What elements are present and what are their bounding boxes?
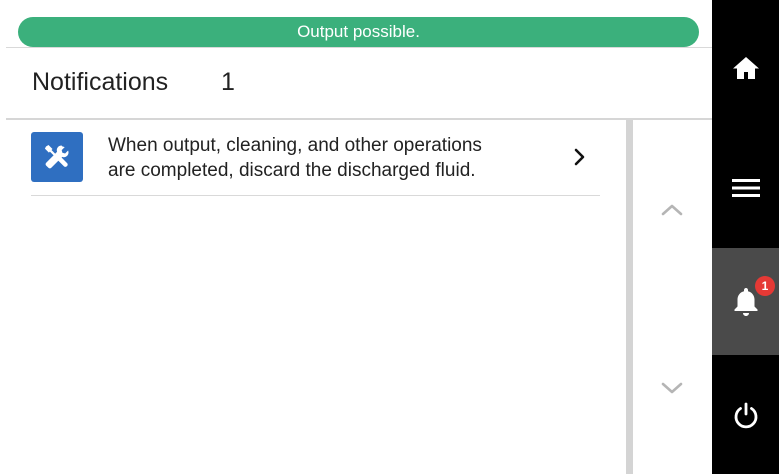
main-panel: Output possible. Notifications 1 When ou… <box>0 0 712 474</box>
notification-line: are completed, discard the discharged fl… <box>108 160 476 181</box>
status-bar: Output possible. <box>18 17 699 47</box>
scroll-down-button[interactable] <box>657 373 687 403</box>
notification-count: 1 <box>221 68 235 96</box>
chevron-down-icon <box>661 382 683 394</box>
home-icon <box>732 57 759 79</box>
sidebar: 1 <box>712 0 779 474</box>
page-title: Notifications <box>32 68 169 96</box>
power-button[interactable] <box>712 355 779 474</box>
scrollbar-track[interactable] <box>626 120 633 474</box>
notification-list: When output, cleaning, and other operati… <box>0 120 626 474</box>
notification-line: When output, cleaning, and other operati… <box>108 135 482 156</box>
chevron-right-icon <box>571 146 589 168</box>
divider <box>31 195 600 196</box>
tools-icon <box>31 132 83 182</box>
notifications-header: Notifications 1 <box>0 48 712 118</box>
chevron-up-icon <box>661 204 683 216</box>
menu-icon <box>731 179 760 197</box>
notification-message: When output, cleaning, and other operati… <box>108 133 558 183</box>
menu-button[interactable] <box>712 128 779 248</box>
notifications-button[interactable]: 1 <box>712 248 779 355</box>
scroll-controls <box>633 120 712 474</box>
home-button[interactable] <box>712 8 779 128</box>
power-icon <box>734 402 757 428</box>
notification-item[interactable]: When output, cleaning, and other operati… <box>31 120 600 196</box>
notification-badge: 1 <box>755 276 775 296</box>
scroll-up-button[interactable] <box>657 195 687 225</box>
